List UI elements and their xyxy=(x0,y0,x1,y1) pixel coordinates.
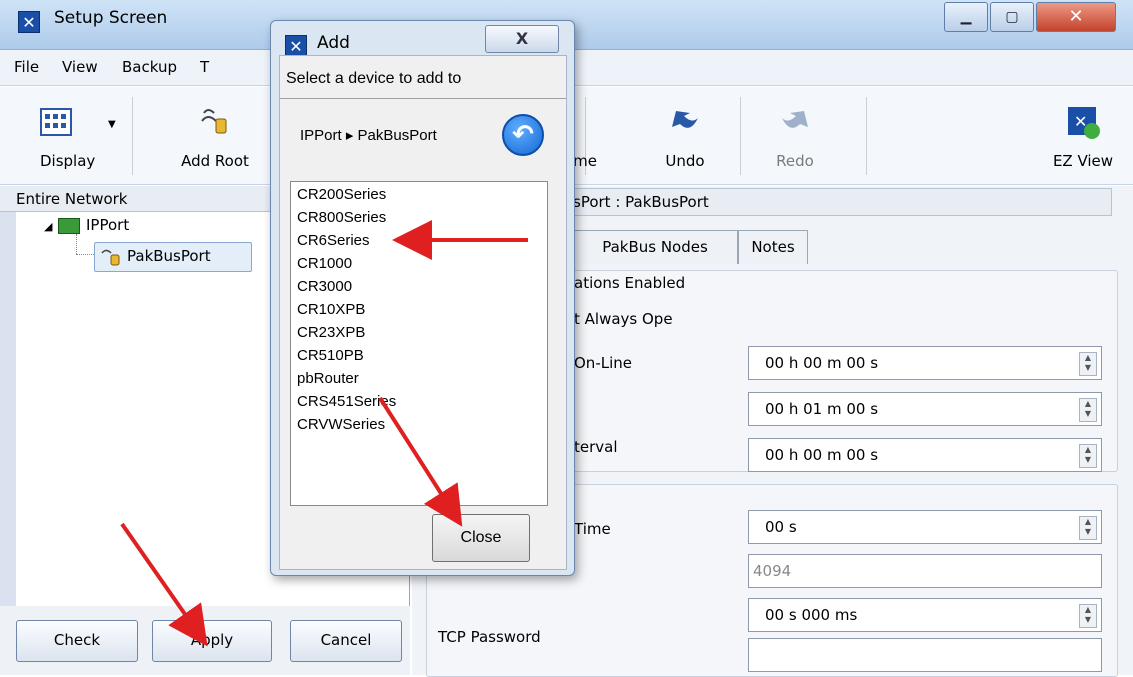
redo-label: Redo xyxy=(776,152,814,170)
ez-view-label: EZ View xyxy=(1052,152,1114,170)
app-icon: ✕ xyxy=(18,11,40,33)
menu-file-label: File xyxy=(14,58,40,76)
menu-view-label: View xyxy=(62,58,98,76)
list-item[interactable]: CR6Series xyxy=(297,232,370,250)
interval-field[interactable]: 00 h 00 m 00 s ▲ ▼ xyxy=(748,438,1102,472)
max-packet-field[interactable]: 4094 xyxy=(748,554,1102,588)
list-item[interactable]: CRVWSeries xyxy=(297,416,385,434)
pakbus-port-icon xyxy=(101,249,120,266)
dialog-body: Select a device to add to IPPort ▸ PakBu… xyxy=(279,55,567,570)
dialog-app-icon: ✕ xyxy=(285,35,307,57)
toolbar-divider xyxy=(866,97,867,175)
toolbar-divider xyxy=(132,97,133,175)
tree-scrollbar[interactable] xyxy=(0,212,16,606)
toolbar-divider xyxy=(740,97,741,175)
spinner-icon[interactable]: ▲ ▼ xyxy=(1079,516,1097,540)
redo-button[interactable]: Redo xyxy=(750,97,840,177)
communications-enabled-label: ations Enabled xyxy=(574,274,686,292)
collapse-arrow-icon[interactable]: ◢ xyxy=(44,220,52,233)
display-grid-icon xyxy=(40,108,72,136)
dialog-close-x-button[interactable]: X xyxy=(485,25,559,53)
undo-label: Undo xyxy=(665,152,705,170)
ez-view-button[interactable]: ✕ EZ View xyxy=(1038,97,1128,177)
delay-ms-value: 00 s 000 ms xyxy=(765,606,858,624)
spinner-icon[interactable]: ▲ ▼ xyxy=(1079,398,1097,422)
back-arrow-icon[interactable]: ↶ xyxy=(502,114,544,156)
time-value: 00 s xyxy=(765,518,797,536)
tree-item-pakbusport[interactable]: PakBusPort xyxy=(94,242,252,272)
undo-arrow-icon xyxy=(672,111,698,128)
menu-tools-label: T xyxy=(200,58,210,76)
device-path: IPPort ▸ PakBusPort xyxy=(300,127,437,144)
menu-backup-label: Backup xyxy=(122,58,177,76)
menu-file[interactable]: File xyxy=(14,58,39,76)
menu-view[interactable]: View xyxy=(62,58,98,76)
ez-view-icon: ✕ xyxy=(1068,107,1100,139)
tree-item-ipport[interactable]: IPPort xyxy=(86,216,129,234)
list-item[interactable]: CR3000 xyxy=(297,278,352,296)
display-button[interactable]: Display ▼ xyxy=(8,97,128,177)
list-item[interactable]: CR800Series xyxy=(297,209,386,227)
list-item[interactable]: CR23XPB xyxy=(297,324,365,342)
delay-ms-field[interactable]: 00 s 000 ms ▲ ▼ xyxy=(748,598,1102,632)
close-dialog-button[interactable]: Close xyxy=(432,514,530,562)
dialog-divider xyxy=(280,98,566,99)
cancel-button[interactable]: Cancel xyxy=(290,620,402,662)
list-item[interactable]: CR510PB xyxy=(297,347,364,365)
apply-button[interactable]: Apply xyxy=(152,620,272,662)
dialog-prompt: Select a device to add to xyxy=(286,70,462,87)
tree-connector xyxy=(76,254,94,255)
always-open-label: t Always Ope xyxy=(574,310,673,328)
on-line-field[interactable]: 00 h 00 m 00 s ▲ ▼ xyxy=(748,346,1102,380)
list-item[interactable]: CR200Series xyxy=(297,186,386,204)
spinner-icon[interactable]: ▲ ▼ xyxy=(1079,604,1097,628)
menu-backup[interactable]: Backup xyxy=(122,58,177,76)
undo-button[interactable]: Undo xyxy=(640,97,730,177)
redo-arrow-icon xyxy=(782,111,808,128)
tree-connector xyxy=(76,234,77,254)
spinner-icon[interactable]: ▲ ▼ xyxy=(1079,352,1097,376)
check-button[interactable]: Check xyxy=(16,620,138,662)
time-field[interactable]: 00 s ▲ ▼ xyxy=(748,510,1102,544)
on-line-label: On-Line xyxy=(574,354,632,372)
list-item[interactable]: pbRouter xyxy=(297,370,359,388)
spinner-icon[interactable]: ▲ ▼ xyxy=(1079,444,1097,468)
add-device-dialog: ✕ Add X Select a device to add to IPPort… xyxy=(270,20,575,576)
minimize-button[interactable]: ▁ xyxy=(944,2,988,32)
left-button-bar: Check Apply Cancel xyxy=(0,606,410,675)
add-root-label-text: Add Root xyxy=(181,152,249,170)
interval-label: terval xyxy=(574,438,618,456)
add-root-label: Add Root xyxy=(150,152,280,170)
tab-notes[interactable]: Notes xyxy=(738,230,808,264)
pakbusport-label: PakBusPort xyxy=(127,247,211,265)
tab-pakbus-nodes[interactable]: PakBus Nodes xyxy=(572,230,738,264)
tcp-password-field[interactable] xyxy=(748,638,1102,672)
add-root-button[interactable]: Add Root xyxy=(150,97,280,177)
dropdown-arrow-icon: ▼ xyxy=(108,119,116,130)
add-root-plug-icon xyxy=(201,109,227,134)
delay-value: 00 h 01 m 00 s xyxy=(765,400,879,418)
menu-tools[interactable]: T xyxy=(200,58,209,76)
list-item[interactable]: CR10XPB xyxy=(297,301,365,319)
maximize-button[interactable]: ▢ xyxy=(990,2,1034,32)
delay-field[interactable]: 00 h 01 m 00 s ▲ ▼ xyxy=(748,392,1102,426)
max-packet-value: 4094 xyxy=(753,562,792,580)
device-list[interactable]: CR200Series CR800Series CR6Series CR1000… xyxy=(290,181,548,506)
ipport-icon xyxy=(58,218,80,234)
dialog-title: Add xyxy=(317,33,350,53)
close-button[interactable]: ✕ xyxy=(1036,2,1116,32)
time-label: Time xyxy=(574,520,611,538)
display-label: Display xyxy=(40,152,96,170)
list-item[interactable]: CRS451Series xyxy=(297,393,396,411)
window-title: Setup Screen xyxy=(54,8,168,28)
interval-value: 00 h 00 m 00 s xyxy=(765,446,879,464)
list-item[interactable]: CR1000 xyxy=(297,255,352,273)
on-line-value: 00 h 00 m 00 s xyxy=(765,354,879,372)
tcp-password-label: TCP Password xyxy=(438,628,541,646)
